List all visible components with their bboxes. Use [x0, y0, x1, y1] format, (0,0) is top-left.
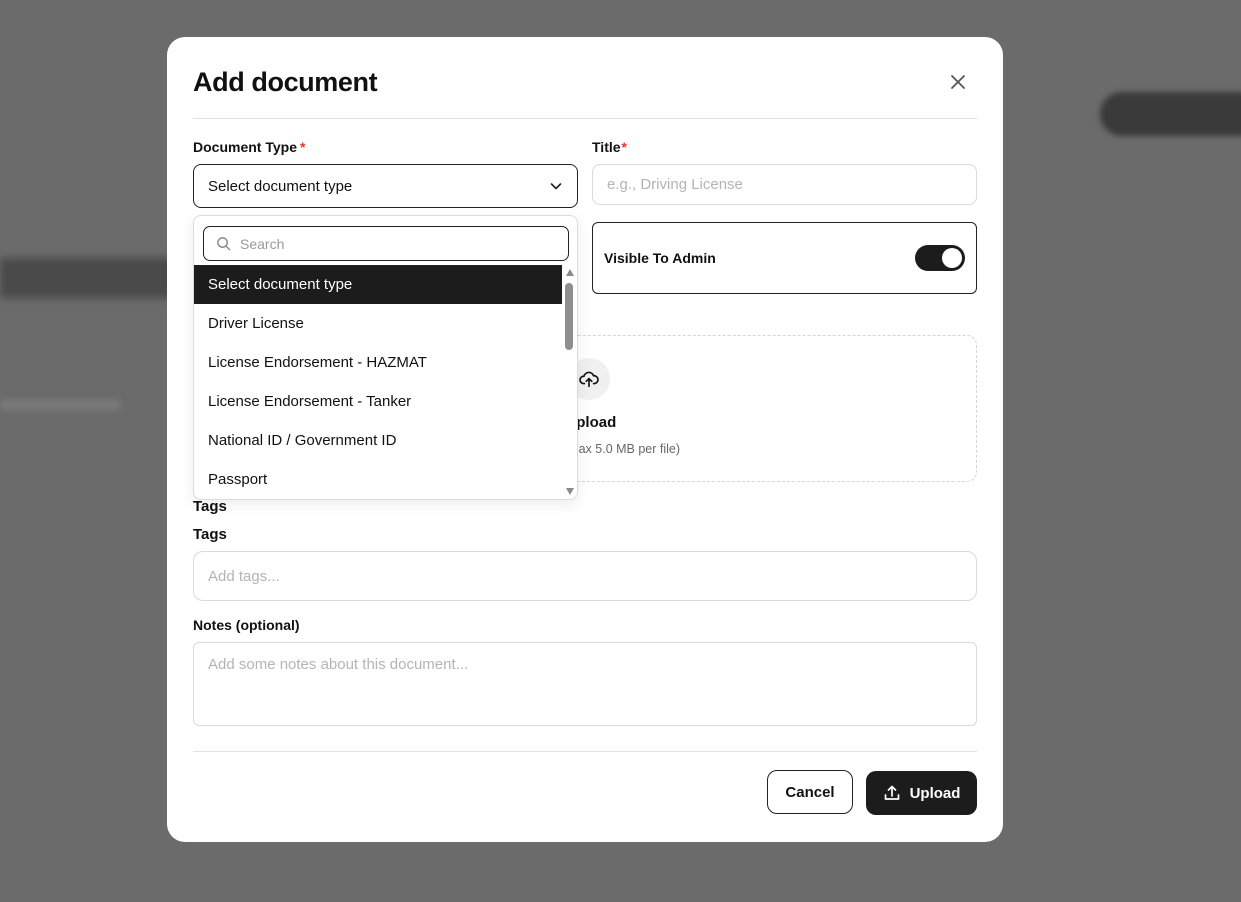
title-label: Title*: [592, 139, 627, 155]
visible-to-admin-label: Visible To Admin: [604, 250, 716, 266]
modal-title: Add document: [193, 67, 378, 97]
notes-label: Notes (optional): [193, 617, 300, 633]
toggle-knob: [942, 248, 962, 268]
dropdown-search-placeholder: Search: [240, 235, 285, 252]
dropdown-option[interactable]: License Endorsement - HAZMAT: [194, 343, 562, 382]
dropdown-option[interactable]: License Endorsement - Tanker: [194, 382, 562, 421]
dropdown-option[interactable]: Passport: [194, 460, 562, 499]
background-button-blur: [1100, 92, 1241, 136]
upload-icon: [884, 785, 899, 800]
close-icon: [951, 75, 965, 89]
document-type-value: Select document type: [208, 177, 353, 195]
background-text-blur: [0, 400, 120, 410]
scroll-down-arrow-icon[interactable]: [566, 488, 574, 495]
chevron-down-icon: [550, 183, 562, 190]
document-type-dropdown: Search Select document type Driver Licen…: [193, 215, 578, 500]
dropdown-search-input[interactable]: Search: [203, 226, 569, 261]
add-document-modal: Add document Document Type * Select docum…: [167, 37, 1003, 842]
dropdown-option[interactable]: Driver License: [194, 304, 562, 343]
tags-input[interactable]: Add tags...: [193, 551, 977, 601]
visible-to-admin-toggle[interactable]: [915, 245, 965, 271]
cancel-button[interactable]: Cancel: [767, 770, 853, 814]
upload-button[interactable]: Upload: [866, 771, 977, 815]
visible-to-admin-row: Visible To Admin: [592, 222, 977, 294]
notes-textarea[interactable]: Add some notes about this document...: [193, 642, 977, 726]
dropdown-scrollbar[interactable]: [563, 265, 577, 499]
header-divider: [193, 118, 977, 119]
close-button[interactable]: [946, 70, 970, 94]
title-input[interactable]: e.g., Driving License: [592, 164, 977, 205]
search-icon: [217, 237, 231, 251]
tags-label: Tags: [193, 526, 227, 543]
background-row-blur: [0, 258, 180, 298]
dropdown-option[interactable]: National ID / Government ID: [194, 421, 562, 460]
document-type-select[interactable]: Select document type: [193, 164, 578, 208]
scrollbar-thumb[interactable]: [565, 283, 573, 350]
document-type-label: Document Type *: [193, 139, 306, 155]
dropdown-option[interactable]: Select document type: [194, 265, 562, 304]
footer-divider: [193, 751, 977, 752]
tags-section-label: Tags: [193, 498, 227, 515]
scroll-up-arrow-icon[interactable]: [566, 269, 574, 276]
upload-button-label: Upload: [909, 784, 961, 802]
dropdown-options-list: Select document type Driver License Lice…: [194, 265, 562, 499]
